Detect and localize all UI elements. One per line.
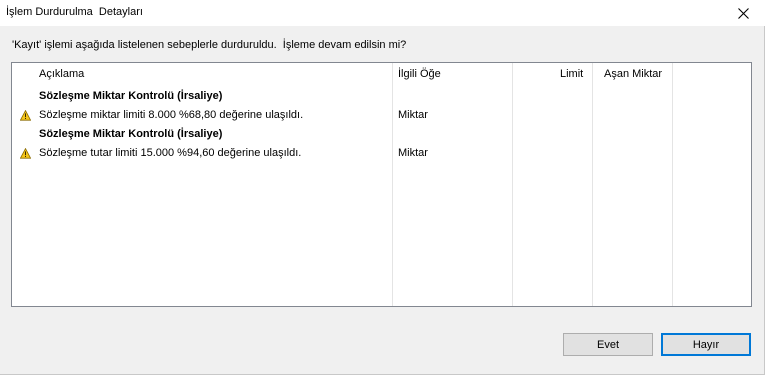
close-button[interactable] (721, 0, 765, 26)
group-heading-row[interactable]: Sözleşme Miktar Kontrolü (İrsaliye) (12, 125, 751, 144)
row-item: Miktar (398, 147, 428, 159)
warning-icon (20, 148, 31, 159)
table-row[interactable]: Sözleşme miktar limiti 8.000 %68,80 değe… (12, 106, 751, 125)
row-description: Sözleşme tutar limiti 15.000 %94,60 değe… (39, 147, 302, 159)
column-header-limit[interactable]: Limit (560, 68, 583, 80)
warning-icon (20, 110, 31, 121)
group-heading: Sözleşme Miktar Kontrolü (İrsaliye) (39, 90, 223, 102)
column-header-exceeded[interactable]: Aşan Miktar (604, 68, 662, 80)
yes-button[interactable]: Evet (563, 333, 653, 356)
table-row[interactable]: Sözleşme tutar limiti 15.000 %94,60 değe… (12, 144, 751, 163)
group-heading-row[interactable]: Sözleşme Miktar Kontrolü (İrsaliye) (12, 87, 751, 106)
row-item: Miktar (398, 109, 428, 121)
row-description: Sözleşme miktar limiti 8.000 %68,80 değe… (39, 109, 304, 121)
window-title: İşlem Durdurulma Detayları (6, 6, 143, 18)
group-heading: Sözleşme Miktar Kontrolü (İrsaliye) (39, 128, 223, 140)
column-header-item[interactable]: İlgili Öğe (398, 68, 441, 80)
reasons-list[interactable]: Açıklama İlgili Öğe Limit Aşan Miktar Sö… (11, 62, 752, 307)
column-header-description[interactable]: Açıklama (39, 68, 84, 80)
close-icon (737, 7, 749, 19)
title-bar[interactable]: İşlem Durdurulma Detayları (0, 0, 765, 26)
stop-message: 'Kayıt' işlemi aşağıda listelenen sebepl… (12, 39, 407, 51)
no-button[interactable]: Hayır (661, 333, 751, 356)
dialog-window: İşlem Durdurulma Detayları 'Kayıt' işlem… (0, 0, 765, 375)
